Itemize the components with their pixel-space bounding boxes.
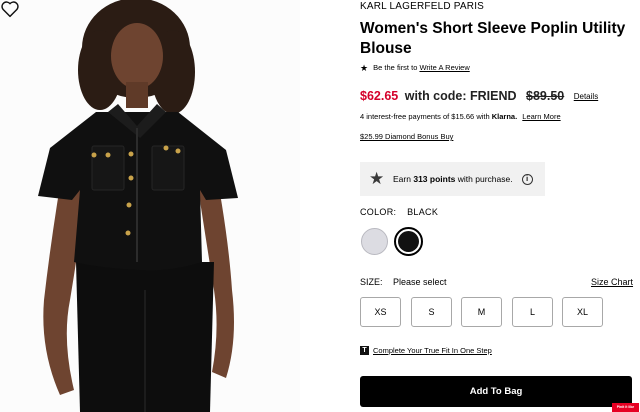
klarna-text: 4 interest-free payments of $15.66 with [360,112,490,121]
klarna-learn-more-link[interactable]: Learn More [522,112,560,121]
heart-icon[interactable] [0,0,20,18]
color-swatch-grey[interactable] [361,228,388,255]
size-chart-link[interactable]: Size Chart [591,277,633,287]
product-image[interactable] [0,0,300,412]
product-title: Women's Short Sleeve Poplin Utility Blou… [360,20,626,57]
star-icon: ★ [360,63,369,73]
star-icon: ★ [369,169,385,188]
info-icon[interactable]: i [521,173,533,185]
color-swatch-black-fill [398,231,419,252]
size-label: SIZE: [360,277,383,287]
sale-price: $62.65 [360,89,399,103]
rewards-text: Earn 313 points with purchase. [393,174,513,184]
size-option-xs[interactable]: XS [360,297,401,327]
true-fit-link[interactable]: Complete Your True Fit In One Step [373,346,492,355]
true-fit-icon: T [360,346,369,355]
add-to-bag-button[interactable]: Add To Bag [360,376,632,407]
brand-name[interactable]: KARL LAGERFELD PARIS [360,1,484,12]
bonus-buy-link[interactable]: $25.99 Diamond Bonus Buy [360,132,453,141]
klarna-logo: Klarna. [491,112,518,121]
size-option-m[interactable]: M [461,297,502,327]
size-label-row: SIZE: Please select [360,277,447,287]
review-prefix: Be the first to [373,63,418,72]
size-option-xl[interactable]: XL [562,297,603,327]
model-illustration [38,0,238,412]
color-label-row: COLOR: BLACK [360,207,438,217]
true-fit-row: T Complete Your True Fit In One Step [360,346,492,355]
review-prompt: ★ Be the first to Write A Review [360,63,470,74]
selected-color: BLACK [407,207,439,217]
rewards-banner: ★ Earn 313 points with purchase. i [360,162,545,196]
price-details-link[interactable]: Details [574,92,598,101]
color-label: COLOR: [360,207,397,217]
size-option-l[interactable]: L [512,297,553,327]
promo-code-text: with code: FRIEND [404,89,517,103]
size-option-s[interactable]: S [411,297,452,327]
color-swatch-black[interactable] [394,227,423,256]
price-row: $62.65 with code: FRIEND $89.50 Details [360,89,598,103]
klarna-financing: 4 interest-free payments of $15.66 with … [360,112,561,121]
original-price: $89.50 [526,89,565,103]
write-review-link[interactable]: Write A Review [419,63,469,72]
selected-size: Please select [393,277,447,287]
pinterest-save-badge[interactable]: Pinit it like [612,403,639,412]
